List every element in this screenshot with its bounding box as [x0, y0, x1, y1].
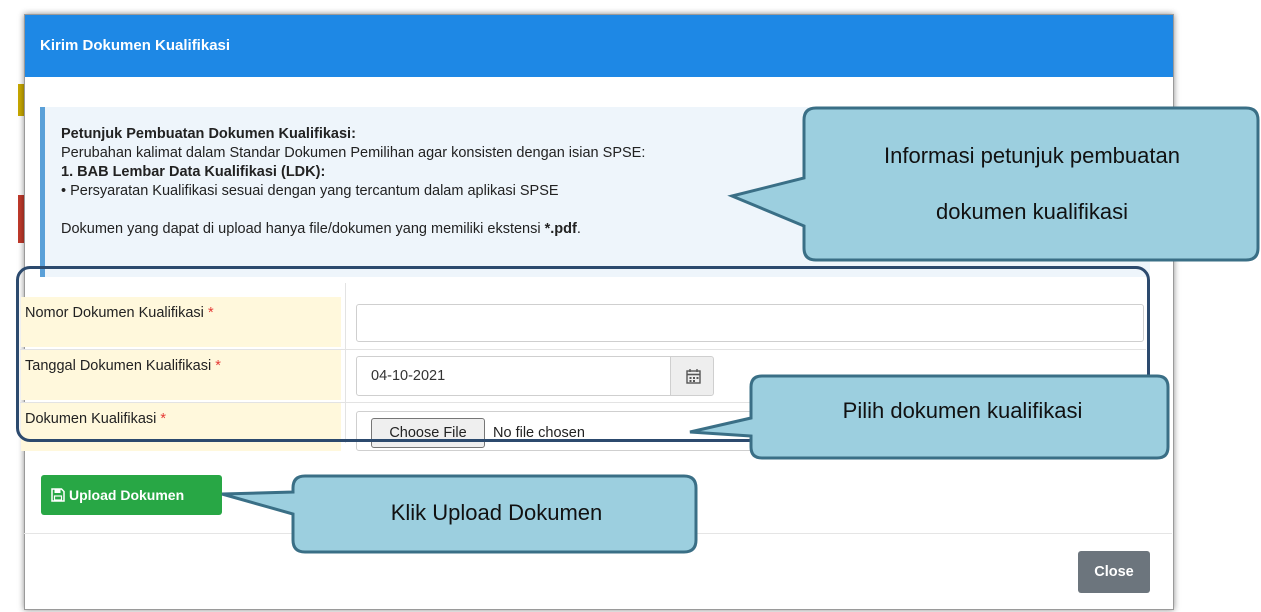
callout-klik-text: Klik Upload Dokumen: [390, 500, 603, 525]
callout-info-text: Informasi petunjuk pembuatan dokumen kua…: [884, 143, 1180, 224]
callout-pilih-text: Pilih dokumen kualifikasi: [842, 398, 1083, 423]
